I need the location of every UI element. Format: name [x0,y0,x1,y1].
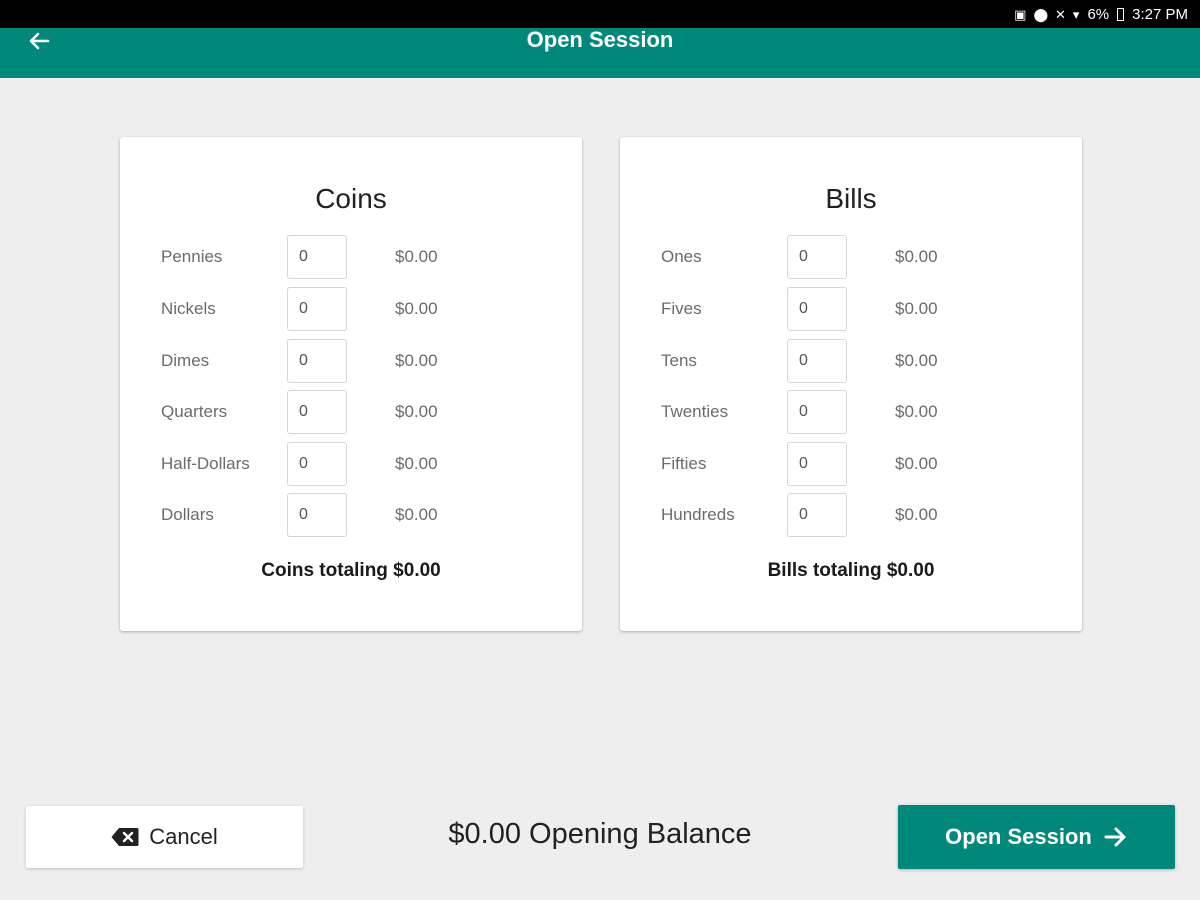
bills-total: Bills totaling $0.00 [767,560,935,581]
pennies-count-input[interactable] [287,235,347,279]
nickels-count-input[interactable] [287,287,347,331]
row-amount: $0.00 [895,505,938,524]
row-label: Pennies [161,247,223,266]
row-label: Dimes [161,351,210,370]
coin-row-quarters: Quarters $0.00 [161,390,541,434]
dimes-count-input[interactable] [287,339,347,383]
fifties-count-input[interactable] [787,442,847,486]
wifi-icon: ▾ [1072,6,1080,22]
bill-row-tens: Tens $0.00 [661,339,1041,383]
row-amount: $0.00 [395,299,438,318]
dollars-count-input[interactable] [287,493,347,537]
mute-icon: ✕ [1055,6,1066,22]
row-label: Ones [661,247,702,266]
opening-balance: $0.00 Opening Balance [448,818,752,850]
row-amount: $0.00 [395,247,438,266]
coin-row-dimes: Dimes $0.00 [161,339,541,383]
row-amount: $0.00 [395,402,438,421]
row-label: Tens [661,351,697,370]
row-label: Dollars [161,505,214,524]
coins-title: Coins [315,183,387,214]
coins-card: Coins Pennies $0.00 Nickels $0.00 Dimes … [120,137,582,631]
coin-row-dollars: Dollars $0.00 [161,493,541,537]
cancel-label: Cancel [149,824,218,849]
bills-card: Bills Ones $0.00 Fives $0.00 Tens $0.00 … [620,137,1082,631]
row-label: Quarters [161,402,228,421]
row-label: Half-Dollars [161,454,250,473]
row-amount: $0.00 [895,454,938,473]
coin-row-pennies: Pennies $0.00 [161,235,541,279]
battery-icon [1117,7,1125,21]
app-bar: Open Session [0,28,1200,78]
sim-icon: ▣ [1014,6,1027,22]
hundreds-count-input[interactable] [787,493,847,537]
bill-row-fives: Fives $0.00 [661,287,1041,331]
clock: 3:27 PM [1132,5,1188,23]
row-label: Hundreds [661,505,735,524]
status-bar: ▣ ⬤ ✕ ▾ 6% 3:27 PM [0,0,1200,28]
tens-count-input[interactable] [787,339,847,383]
location-icon: ⬤ [1033,6,1048,22]
ones-count-input[interactable] [787,235,847,279]
twenties-count-input[interactable] [787,390,847,434]
battery-percent: 6% [1087,5,1110,23]
coin-row-nickels: Nickels $0.00 [161,287,541,331]
half-dollars-count-input[interactable] [287,442,347,486]
row-amount: $0.00 [895,351,938,370]
row-amount: $0.00 [395,505,438,524]
open-session-label: Open Session [945,824,1092,849]
row-label: Nickels [161,299,216,318]
row-amount: $0.00 [395,454,438,473]
quarters-count-input[interactable] [287,390,347,434]
row-amount: $0.00 [895,402,938,421]
bill-row-twenties: Twenties $0.00 [661,390,1041,434]
row-amount: $0.00 [895,247,938,266]
fives-count-input[interactable] [787,287,847,331]
bills-title: Bills [825,183,877,214]
row-label: Fifties [661,454,707,473]
row-label: Twenties [661,402,729,421]
backspace-icon [111,828,139,846]
coin-row-half-dollars: Half-Dollars $0.00 [161,442,541,486]
open-session-button[interactable]: Open Session [898,805,1175,869]
cancel-button[interactable]: Cancel [26,806,303,868]
row-label: Fives [661,299,702,318]
status-icons: ▣ ⬤ ✕ ▾ [1014,8,1079,21]
row-amount: $0.00 [895,299,938,318]
page-title: Open Session [526,27,674,52]
bill-row-fifties: Fifties $0.00 [661,442,1041,486]
bill-row-ones: Ones $0.00 [661,235,1041,279]
row-amount: $0.00 [395,351,438,370]
coins-total: Coins totaling $0.00 [261,560,441,581]
arrow-right-icon [1104,827,1126,847]
bill-row-hundreds: Hundreds $0.00 [661,493,1041,537]
